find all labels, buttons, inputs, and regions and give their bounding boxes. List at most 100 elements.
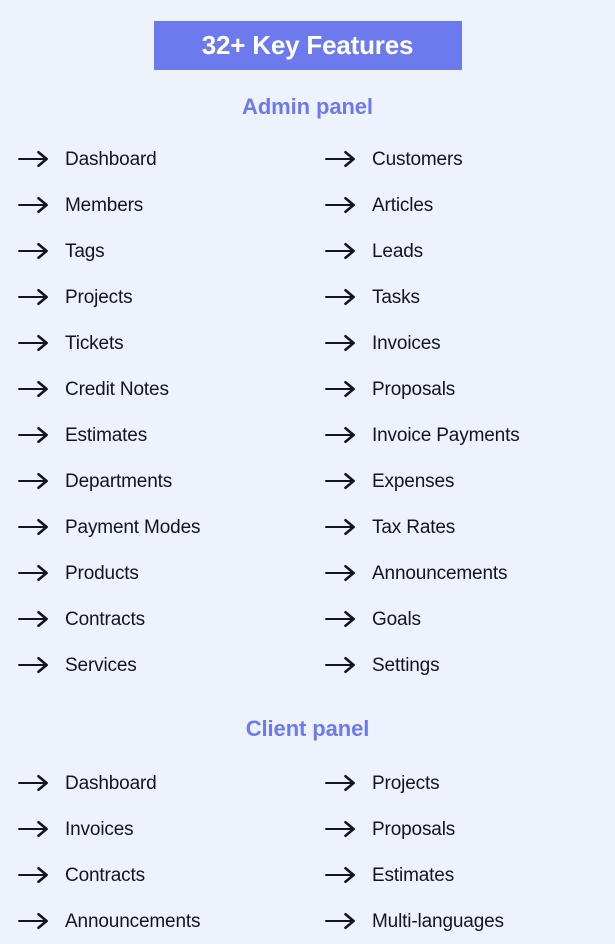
section-heading-client-panel: Client panel — [245, 716, 370, 741]
feature-label: Dashboard — [65, 148, 157, 170]
feature-item[interactable]: Multi-languages — [315, 898, 615, 944]
feature-label: Invoices — [372, 332, 441, 354]
feature-item[interactable]: Projects — [315, 760, 615, 806]
feature-item[interactable]: Tax Rates — [315, 504, 615, 550]
arrow-right-icon — [325, 655, 359, 675]
feature-label: Goals — [372, 608, 421, 630]
feature-label: Leads — [372, 240, 424, 262]
feature-label: Tasks — [372, 286, 420, 308]
feature-label: Contracts — [65, 864, 145, 886]
arrow-right-icon — [325, 379, 359, 399]
arrow-right-icon — [325, 195, 359, 215]
feature-label: Announcements — [372, 562, 508, 584]
feature-item[interactable]: Leads — [315, 228, 615, 274]
feature-label: Tags — [65, 240, 105, 262]
feature-item[interactable]: Products — [0, 550, 315, 596]
feature-label: Customers — [372, 148, 463, 170]
feature-item[interactable]: Goals — [315, 596, 615, 642]
arrow-right-icon — [18, 149, 52, 169]
feature-item[interactable]: Tags — [0, 228, 315, 274]
arrow-right-icon — [18, 195, 52, 215]
feature-label: Members — [65, 194, 144, 216]
arrow-right-icon — [18, 241, 52, 261]
arrow-right-icon — [325, 911, 359, 931]
feature-label: Dashboard — [65, 772, 157, 794]
feature-grid-client-panel: Dashboard Projects Invoices Proposals Contra… — [0, 760, 615, 944]
feature-label: Tickets — [65, 332, 124, 354]
feature-item[interactable]: Estimates — [315, 852, 615, 898]
arrow-right-icon — [18, 379, 52, 399]
feature-label: Services — [65, 654, 137, 676]
arrow-right-icon — [325, 287, 359, 307]
page-title-badge: 32+ Key Features — [153, 21, 462, 70]
feature-label: Announcements — [65, 910, 201, 932]
feature-label: Settings — [372, 654, 440, 676]
arrow-right-icon — [325, 609, 359, 629]
feature-item[interactable]: Proposals — [315, 366, 615, 412]
arrow-right-icon — [325, 819, 359, 839]
feature-label: Proposals — [372, 378, 456, 400]
feature-label: Proposals — [372, 818, 456, 840]
arrow-right-icon — [325, 333, 359, 353]
arrow-right-icon — [18, 333, 52, 353]
arrow-right-icon — [18, 911, 52, 931]
feature-grid-admin-panel: Dashboard Customers Members Articles Tags Lea… — [0, 136, 615, 688]
feature-item[interactable]: Settings — [315, 642, 615, 688]
arrow-right-icon — [325, 471, 359, 491]
feature-label: Projects — [372, 772, 440, 794]
arrow-right-icon — [18, 517, 52, 537]
arrow-right-icon — [325, 563, 359, 583]
feature-item[interactable]: Announcements — [315, 550, 615, 596]
feature-item[interactable]: Dashboard — [0, 760, 315, 806]
feature-item[interactable]: Services — [0, 642, 315, 688]
feature-item[interactable]: Invoices — [0, 806, 315, 852]
arrow-right-icon — [18, 563, 52, 583]
arrow-right-icon — [325, 241, 359, 261]
feature-item[interactable]: Dashboard — [0, 136, 315, 182]
feature-label: Payment Modes — [65, 516, 201, 538]
feature-label: Tax Rates — [372, 516, 456, 538]
feature-item[interactable]: Credit Notes — [0, 366, 315, 412]
feature-item[interactable]: Estimates — [0, 412, 315, 458]
feature-label: Credit Notes — [65, 378, 169, 400]
title-badge-container: 32+ Key Features — [0, 0, 615, 70]
arrow-right-icon — [325, 865, 359, 885]
arrow-right-icon — [18, 865, 52, 885]
arrow-right-icon — [18, 819, 52, 839]
feature-item[interactable]: Projects — [0, 274, 315, 320]
feature-label: Articles — [372, 194, 434, 216]
arrow-right-icon — [18, 609, 52, 629]
feature-item[interactable]: Members — [0, 182, 315, 228]
section-heading-admin-panel: Admin panel — [242, 94, 373, 119]
feature-item[interactable]: Departments — [0, 458, 315, 504]
arrow-right-icon — [18, 425, 52, 445]
feature-label: Estimates — [372, 864, 455, 886]
key-features-page: 32+ Key Features Admin panel Dashboard Cu… — [0, 0, 615, 931]
feature-label: Products — [65, 562, 139, 584]
arrow-right-icon — [325, 149, 359, 169]
arrow-right-icon — [18, 287, 52, 307]
feature-label: Estimates — [65, 424, 148, 446]
feature-item[interactable]: Tasks — [315, 274, 615, 320]
feature-item[interactable]: Customers — [315, 136, 615, 182]
feature-item[interactable]: Expenses — [315, 458, 615, 504]
feature-label: Projects — [65, 286, 133, 308]
feature-label: Invoices — [65, 818, 134, 840]
feature-item[interactable]: Payment Modes — [0, 504, 315, 550]
feature-item[interactable]: Announcements — [0, 898, 315, 944]
feature-item[interactable]: Proposals — [315, 806, 615, 852]
feature-label: Multi-languages — [372, 910, 504, 932]
arrow-right-icon — [18, 655, 52, 675]
arrow-right-icon — [325, 425, 359, 445]
feature-item[interactable]: Contracts — [0, 596, 315, 642]
feature-item[interactable]: Tickets — [0, 320, 315, 366]
feature-item[interactable]: Articles — [315, 182, 615, 228]
feature-label: Contracts — [65, 608, 145, 630]
feature-item[interactable]: Contracts — [0, 852, 315, 898]
feature-label: Invoice Payments — [372, 424, 520, 446]
feature-label: Departments — [65, 470, 173, 492]
arrow-right-icon — [325, 773, 359, 793]
feature-item[interactable]: Invoices — [315, 320, 615, 366]
feature-item[interactable]: Invoice Payments — [315, 412, 615, 458]
feature-label: Expenses — [372, 470, 455, 492]
